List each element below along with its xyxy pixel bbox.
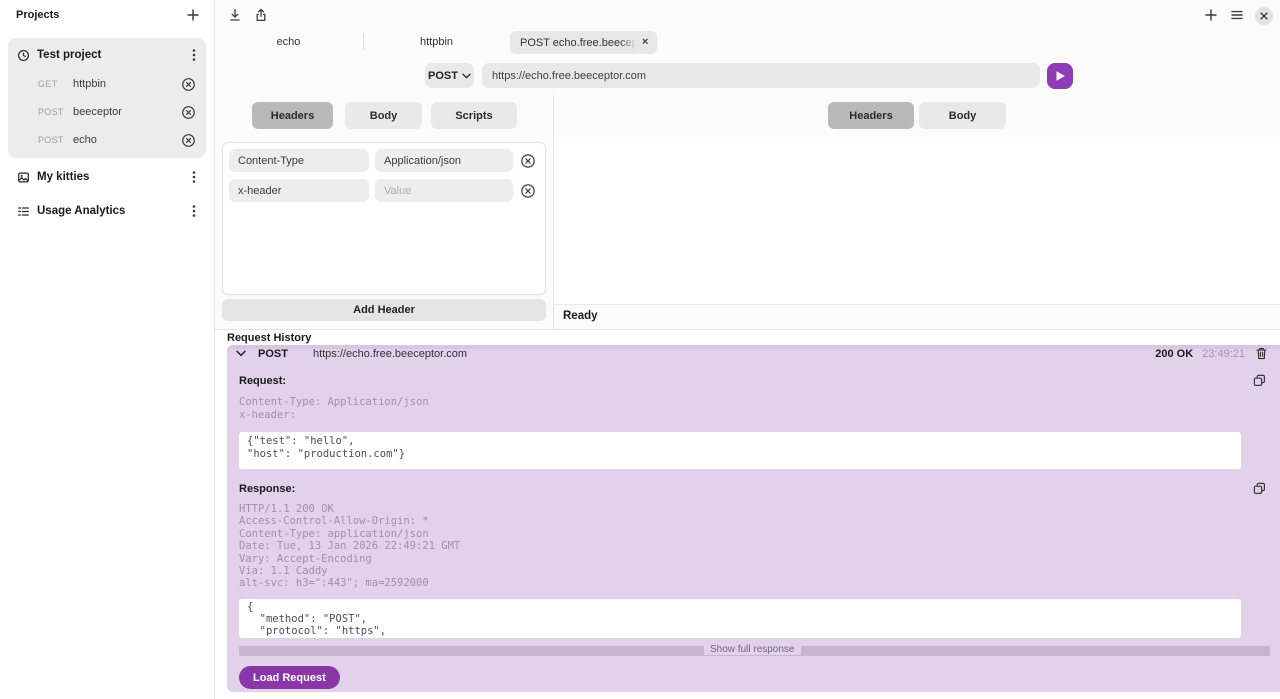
response-headers-text: HTTP/1.1 200 OK Access-Control-Allow-Ori… xyxy=(239,503,460,590)
request-section-label: Request: xyxy=(239,375,286,387)
response-content-area xyxy=(554,137,1280,305)
copy-icon[interactable] xyxy=(1253,482,1266,495)
tab-response-body[interactable]: Body xyxy=(919,102,1006,129)
chevron-down-icon xyxy=(462,73,471,79)
project-name: Usage Analytics xyxy=(37,205,192,217)
remove-request-icon[interactable] xyxy=(181,133,196,148)
kebab-menu-icon[interactable] xyxy=(192,204,196,218)
url-input[interactable] xyxy=(482,63,1040,88)
sidebar: Projects Test project GET httpbin xyxy=(0,0,215,699)
headers-editor xyxy=(222,142,546,295)
sidebar-item-httpbin[interactable]: GET httpbin xyxy=(8,70,206,98)
history-url: https://echo.free.beeceptor.com xyxy=(313,348,1155,360)
close-window-icon[interactable] xyxy=(1255,7,1273,25)
tab-request-body[interactable]: Body xyxy=(345,102,422,129)
play-icon xyxy=(1055,70,1066,82)
sidebar-header: Projects xyxy=(0,0,214,30)
history-entry-row[interactable]: POST https://echo.free.beeceptor.com 200… xyxy=(227,345,1280,362)
kebab-menu-icon[interactable] xyxy=(192,48,196,62)
tab-label: Scripts xyxy=(455,110,492,122)
sidebar-item-test-project[interactable]: Test project xyxy=(8,40,206,70)
main-area: echo httpbin POST echo.free.beecept × PO… xyxy=(215,0,1280,699)
app-window: Projects Test project GET httpbin xyxy=(0,0,1280,699)
project-name: My kitties xyxy=(37,171,192,183)
image-icon xyxy=(17,171,30,184)
project-name: Test project xyxy=(37,49,192,61)
request-method-badge: POST xyxy=(38,135,66,145)
request-method-badge: GET xyxy=(38,79,66,89)
project-group-test-project: Test project GET httpbin POST beeceptor xyxy=(8,38,206,158)
method-dropdown[interactable]: POST xyxy=(425,63,474,88)
history-entry: POST https://echo.free.beeceptor.com 200… xyxy=(227,345,1280,692)
list-icon xyxy=(17,205,30,218)
header-row xyxy=(229,179,539,202)
new-tab-icon[interactable] xyxy=(1204,8,1218,22)
tab-label: Body xyxy=(370,110,398,122)
add-header-button[interactable]: Add Header xyxy=(222,299,546,321)
request-name: echo xyxy=(73,134,181,146)
projects-title: Projects xyxy=(16,9,59,21)
header-value-input[interactable] xyxy=(375,149,513,172)
tab-httpbin[interactable]: httpbin xyxy=(364,30,509,54)
tab-label: Headers xyxy=(849,110,892,122)
download-icon[interactable] xyxy=(228,8,242,22)
tab-label: httpbin xyxy=(420,36,453,48)
copy-icon[interactable] xyxy=(1253,374,1266,387)
sidebar-item-usage-analytics[interactable]: Usage Analytics xyxy=(0,196,214,226)
header-name-input[interactable] xyxy=(229,149,369,172)
tab-response-headers[interactable]: Headers xyxy=(828,102,914,129)
request-name: httpbin xyxy=(73,78,181,90)
tab-label: Headers xyxy=(271,110,314,122)
remove-request-icon[interactable] xyxy=(181,77,196,92)
status-ready: Ready xyxy=(563,310,598,322)
request-body-box: {"test": "hello", "host": "production.co… xyxy=(239,432,1241,469)
method-label: POST xyxy=(428,70,458,82)
kebab-menu-icon[interactable] xyxy=(192,170,196,184)
request-history-title: Request History xyxy=(227,332,311,344)
header-row xyxy=(229,149,539,172)
request-bar: POST xyxy=(215,63,1280,91)
share-icon[interactable] xyxy=(254,8,268,22)
tab-request-headers[interactable]: Headers xyxy=(252,102,333,129)
tab-request-scripts[interactable]: Scripts xyxy=(431,102,517,129)
request-history-section: Request History POST https://echo.free.b… xyxy=(215,331,1280,699)
chevron-down-icon xyxy=(236,350,246,357)
header-value-input[interactable] xyxy=(375,179,513,202)
header-name-input[interactable] xyxy=(229,179,369,202)
sidebar-item-echo[interactable]: POST echo xyxy=(8,126,206,154)
response-body-box: { "method": "POST", "protocol": "https", xyxy=(239,599,1241,638)
send-button[interactable] xyxy=(1047,63,1073,89)
tab-label: echo xyxy=(277,36,301,48)
tabstrip: echo httpbin POST echo.free.beecept × xyxy=(215,30,1280,56)
load-request-button[interactable]: Load Request xyxy=(239,666,340,689)
remove-header-icon[interactable] xyxy=(520,153,536,169)
history-status: 200 OK xyxy=(1155,348,1193,360)
show-full-response-link[interactable]: Show full response xyxy=(704,644,801,655)
trash-icon[interactable] xyxy=(1256,347,1267,360)
sidebar-item-beeceptor[interactable]: POST beeceptor xyxy=(8,98,206,126)
remove-header-icon[interactable] xyxy=(520,183,536,199)
tab-label: Body xyxy=(949,110,977,122)
request-method-badge: POST xyxy=(38,107,66,117)
clock-icon xyxy=(17,49,30,62)
response-scrollbar[interactable]: Show full response xyxy=(239,646,1270,656)
remove-request-icon[interactable] xyxy=(181,105,196,120)
close-tab-icon[interactable]: × xyxy=(642,37,648,48)
tab-echo[interactable]: echo xyxy=(215,30,362,54)
add-project-icon[interactable] xyxy=(186,8,200,22)
history-method: POST xyxy=(258,348,288,360)
menu-icon[interactable] xyxy=(1230,8,1244,22)
request-headers-text: Content-Type: Application/json x-header: xyxy=(239,396,429,422)
history-time: 23:49:21 xyxy=(1202,348,1245,360)
tab-label: POST echo.free.beecept xyxy=(520,37,636,49)
sidebar-item-my-kitties[interactable]: My kitties xyxy=(0,162,214,192)
tab-active-post-echo[interactable]: POST echo.free.beecept × xyxy=(510,31,657,54)
request-name: beeceptor xyxy=(73,106,181,118)
workspace: echo httpbin POST echo.free.beecept × PO… xyxy=(215,0,1280,330)
response-section-label: Response: xyxy=(239,483,295,495)
